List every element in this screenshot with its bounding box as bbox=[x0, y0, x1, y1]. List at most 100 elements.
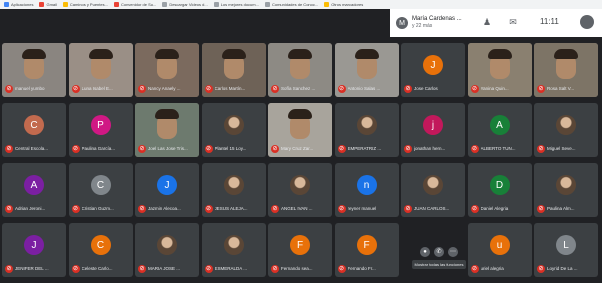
participant-avatar: J bbox=[24, 235, 44, 255]
bookmark-item[interactable]: Aplicaciones bbox=[4, 2, 33, 7]
presenter-info[interactable]: María Cardenas ... y 22 más bbox=[412, 16, 462, 30]
participant-tile[interactable]: n ⊘ reyner manuel bbox=[334, 163, 399, 217]
participant-avatar: A bbox=[489, 115, 510, 135]
participant-tile[interactable]: J ⊘ JENIFER DEL ... bbox=[2, 223, 66, 277]
participant-grid: ⊘ manuel yumbo ⊘ Luna Isabel E... ⊘ Nancy Ana… bbox=[2, 43, 602, 283]
participant-photo bbox=[223, 115, 244, 135]
participant-avatar: F bbox=[356, 235, 377, 255]
more-options-icon[interactable]: ⋯ bbox=[448, 247, 458, 257]
participant-hair bbox=[155, 109, 179, 119]
bookmark-icon bbox=[264, 2, 270, 7]
presenter-avatar[interactable]: M bbox=[396, 17, 408, 29]
participant-tile[interactable]: j ⊘ jonathan hern... bbox=[401, 103, 465, 157]
participant-tile[interactable]: A ⊘ Adrian Jeroni... bbox=[2, 163, 66, 217]
participant-tile[interactable]: F ⊘ Fernando sea... bbox=[268, 223, 332, 277]
bookmark-label: Gmail bbox=[46, 2, 57, 7]
participant-name: manuel yumbo bbox=[15, 86, 45, 91]
clock: 11:11 bbox=[540, 17, 559, 26]
participant-tile[interactable]: ⊘ Yanina Quin... bbox=[467, 43, 532, 97]
participant-photo bbox=[157, 235, 177, 255]
mic-muted-icon: ⊘ bbox=[271, 85, 279, 93]
participant-tile[interactable]: ⊘ Carlos Martín... bbox=[201, 43, 266, 97]
hangup-icon[interactable]: ✆ bbox=[434, 247, 444, 257]
participant-tile[interactable]: L ⊘ Loyrid De La ... bbox=[534, 223, 598, 277]
participant-tile[interactable]: ⊘ MARIA JOSE ... bbox=[135, 223, 199, 277]
participant-tile[interactable]: J ⊘ Jose Carlos bbox=[401, 43, 465, 97]
participant-tile[interactable]: ⊘ Joel Las Jose Tris... bbox=[135, 103, 199, 157]
participant-tile[interactable]: ⊘ Mary Cruz Zar... bbox=[268, 103, 332, 157]
participant-avatar: L bbox=[556, 235, 576, 255]
mic-muted-icon: ⊘ bbox=[404, 205, 412, 213]
participant-hair bbox=[554, 49, 578, 59]
participant-tile[interactable]: ⊘ Paulina Alm... bbox=[534, 163, 598, 217]
participant-name: Loyrid De La ... bbox=[547, 266, 578, 271]
participant-tile[interactable]: ⊘ Miguel Seve... bbox=[534, 103, 598, 157]
mic-muted-icon: ⊘ bbox=[537, 145, 545, 153]
participant-name: ANGEL IVAN ... bbox=[281, 206, 313, 211]
participant-avatar: n bbox=[356, 175, 377, 195]
participant-tile[interactable]: ⊘ Nancy Anaely ... bbox=[135, 43, 199, 97]
participant-tile[interactable]: P ⊘ Paulina García... bbox=[68, 103, 133, 157]
bookmark-item[interactable]: Comunidades de Conoc... bbox=[264, 2, 318, 7]
people-icon[interactable]: ♟ bbox=[482, 17, 492, 27]
participant-tile[interactable]: ⊘ ESMERALDA ... bbox=[201, 223, 266, 277]
bookmark-label: Otros marcadores bbox=[331, 2, 364, 7]
participant-avatar: j bbox=[423, 115, 443, 135]
participant-tile[interactable]: C ⊘ Central Escola... bbox=[2, 103, 66, 157]
participant-tile[interactable]: ⊘ ANGEL IVAN ... bbox=[268, 163, 332, 217]
participant-name: Carlos Martín... bbox=[214, 86, 246, 91]
participant-tile[interactable]: D ⊘ Daniel Alegria bbox=[467, 163, 532, 217]
participant-tile[interactable]: F ⊘ Fernando Fr... bbox=[334, 223, 399, 277]
participant-name: Paulina Alm... bbox=[547, 206, 575, 211]
participant-hair bbox=[288, 49, 312, 59]
participant-hair bbox=[22, 49, 46, 59]
participant-name: jonathan hern... bbox=[414, 146, 446, 151]
participant-tile[interactable]: J ⊘ Jazmin Alecoa... bbox=[135, 163, 199, 217]
participant-name: Jose Carlos bbox=[414, 86, 438, 91]
bookmark-item[interactable]: Descargar Videos d... bbox=[162, 2, 208, 7]
participant-tile[interactable]: ⊘ manuel yumbo bbox=[2, 43, 66, 97]
participant-avatar: D bbox=[489, 175, 510, 195]
bookmark-item[interactable]: Otros marcadores bbox=[324, 2, 363, 7]
participant-name: JUAN CARLOS... bbox=[414, 206, 450, 211]
bookmark-item[interactable]: Caminos y Puentes... bbox=[62, 2, 108, 7]
participant-tile[interactable]: ⊘ Plantel 15 Loy... bbox=[201, 103, 266, 157]
participant-tile[interactable]: ⊘ Luna Isabel E... bbox=[68, 43, 133, 97]
participant-name: uriel alegria bbox=[480, 266, 504, 271]
mic-muted-icon: ⊘ bbox=[271, 205, 279, 213]
participant-tile[interactable]: ⊘ EMPERATRIZ ... bbox=[334, 103, 399, 157]
mic-toggle-icon[interactable]: ● bbox=[420, 247, 430, 257]
chat-icon[interactable]: ✉ bbox=[508, 17, 518, 27]
participant-avatar: P bbox=[90, 115, 111, 135]
participant-tile[interactable]: C ⊘ Cristian Guzm... bbox=[68, 163, 133, 217]
participant-name: Cristian Guzm... bbox=[81, 206, 114, 211]
bookmark-item[interactable]: Los mejores docum... bbox=[213, 2, 259, 7]
mic-muted-icon: ⊘ bbox=[138, 85, 146, 93]
participant-tile[interactable]: C ⊘ Celeste Carlo... bbox=[68, 223, 133, 277]
bookmark-item[interactable]: Gmail bbox=[39, 2, 57, 7]
presenter-name: María Cardenas ... bbox=[412, 16, 462, 22]
bookmark-item[interactable]: Convenidor de Su... bbox=[113, 2, 156, 7]
mic-muted-icon: ⊘ bbox=[138, 265, 146, 273]
mic-muted-icon: ⊘ bbox=[138, 205, 146, 213]
participant-avatar: C bbox=[90, 235, 111, 255]
bookmark-icon bbox=[213, 2, 219, 7]
participant-avatar: A bbox=[24, 175, 44, 195]
mic-muted-icon: ⊘ bbox=[470, 85, 479, 93]
toolbar-tooltip: Mostrar todas las funciones bbox=[411, 260, 467, 269]
participant-tile[interactable]: ⊘ Rosa Salt V... bbox=[534, 43, 598, 97]
participant-tile[interactable]: A ⊘ ALBERTO TUN... bbox=[467, 103, 532, 157]
mic-muted-icon: ⊘ bbox=[337, 145, 346, 153]
participant-tile[interactable]: ⊘ Antonio Salas ... bbox=[334, 43, 399, 97]
bookmark-label: Descargar Videos d... bbox=[169, 2, 208, 7]
mic-muted-icon: ⊘ bbox=[204, 205, 213, 213]
presenter-subtitle: y 22 más bbox=[412, 23, 433, 29]
participant-tile[interactable]: ⊘ JESUS ALEJA... bbox=[201, 163, 266, 217]
participant-tile[interactable]: ⊘ JUAN CARLOS... bbox=[401, 163, 465, 217]
participant-name: reyner manuel bbox=[347, 206, 377, 211]
participant-name: MARIA JOSE ... bbox=[148, 266, 181, 271]
self-view-avatar[interactable] bbox=[580, 15, 594, 29]
mic-muted-icon: ⊘ bbox=[5, 265, 13, 273]
participant-tile[interactable]: ⊘ Sofía Sanchez ... bbox=[268, 43, 332, 97]
participant-hair bbox=[155, 49, 179, 59]
